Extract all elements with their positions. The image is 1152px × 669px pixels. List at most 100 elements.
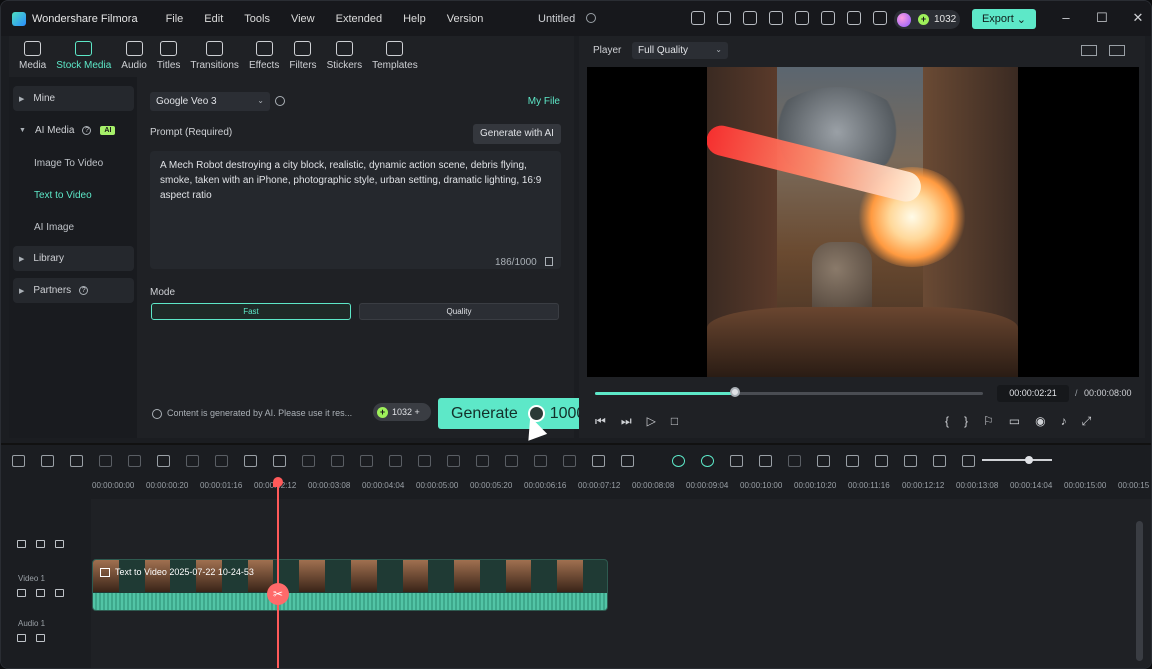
layout-grid-icon[interactable] <box>12 454 25 467</box>
more-icon[interactable] <box>621 454 634 467</box>
playhead-handle[interactable] <box>273 477 283 487</box>
mode-fast-button[interactable]: Fast <box>151 303 351 320</box>
menu-file[interactable]: File <box>166 13 184 25</box>
video-preview[interactable] <box>587 67 1139 377</box>
transcript-icon[interactable] <box>875 454 888 467</box>
select-tool-icon[interactable] <box>41 454 54 467</box>
redo-icon[interactable] <box>99 454 112 467</box>
stop-icon[interactable]: □ <box>671 414 678 429</box>
mark-out-icon[interactable]: } <box>964 414 968 429</box>
volume-icon[interactable] <box>36 540 45 548</box>
render-icon[interactable] <box>730 454 743 467</box>
zoom-out-icon[interactable] <box>962 454 975 467</box>
sidebar-item-mine[interactable]: ▶ Mine <box>13 86 134 111</box>
volume-icon[interactable] <box>36 589 45 597</box>
audio-icon[interactable] <box>534 454 547 467</box>
keyframe-icon[interactable] <box>563 454 576 467</box>
gift-icon[interactable] <box>691 11 705 25</box>
ai-bug-icon[interactable] <box>701 454 714 467</box>
tab-media[interactable]: Media <box>19 36 46 77</box>
text-icon[interactable] <box>244 454 257 467</box>
lock-icon[interactable] <box>17 634 26 642</box>
cloud-upload-icon[interactable] <box>821 11 835 25</box>
menu-help[interactable]: Help <box>403 13 426 25</box>
help-icon[interactable]: ? <box>82 126 92 135</box>
tab-titles[interactable]: Titles <box>157 36 180 77</box>
document-icon[interactable] <box>743 11 757 25</box>
eye-icon[interactable] <box>55 540 64 548</box>
shield-icon[interactable] <box>817 454 830 467</box>
trash-icon[interactable] <box>545 257 553 266</box>
ai-edit-icon[interactable] <box>360 454 373 467</box>
video-clip[interactable]: Text to Video 2025-07-22 10-24-53 <box>92 559 608 611</box>
display-icon[interactable]: ▭ <box>1009 414 1020 429</box>
adjust-icon[interactable] <box>476 454 489 467</box>
prompt-textarea[interactable]: A Mech Robot destroying a city block, re… <box>150 151 561 269</box>
stabilize-icon[interactable] <box>418 454 431 467</box>
save-icon[interactable] <box>795 11 809 25</box>
color-icon[interactable] <box>331 454 344 467</box>
layout-icon[interactable] <box>1081 45 1097 56</box>
sidebar-item-image-to-video[interactable]: Image To Video <box>34 158 103 169</box>
lock-icon[interactable] <box>17 589 26 597</box>
marker-icon[interactable]: ⚐ <box>983 414 994 429</box>
maximize-icon[interactable]: ☐ <box>1095 11 1109 24</box>
play-icon[interactable]: ▷ <box>647 414 656 429</box>
record-icon[interactable] <box>759 454 772 467</box>
delete-icon[interactable] <box>128 454 141 467</box>
apps-grid-icon[interactable] <box>873 11 887 25</box>
ai-assistant-icon[interactable] <box>672 454 685 467</box>
zoom-slider[interactable] <box>982 459 1052 461</box>
tab-effects[interactable]: Effects <box>249 36 279 77</box>
credits-pill[interactable]: + 1032 <box>894 10 960 29</box>
credit-balance-pill[interactable]: +1032 + <box>373 403 431 421</box>
sidebar-item-ai-media[interactable]: ▼ AI Media? AI <box>13 118 134 143</box>
tab-stickers[interactable]: Stickers <box>327 36 362 77</box>
help-icon[interactable] <box>275 96 285 106</box>
export-button[interactable]: Export ⌄ <box>972 9 1036 29</box>
menu-version[interactable]: Version <box>447 13 484 25</box>
undo-icon[interactable] <box>70 454 83 467</box>
generate-with-ai-button[interactable]: Generate with AI <box>473 124 561 144</box>
tab-filters[interactable]: Filters <box>289 36 317 77</box>
my-file-link[interactable]: My File <box>528 96 560 107</box>
tab-templates[interactable]: Templates <box>372 36 418 77</box>
fullscreen-icon[interactable]: ⤢ <box>1082 414 1092 429</box>
clip-icon[interactable] <box>788 454 801 467</box>
mode-quality-button[interactable]: Quality <box>359 303 559 320</box>
tab-transitions[interactable]: Transitions <box>190 36 239 77</box>
previous-frame-icon[interactable]: ⏮ <box>595 414 606 429</box>
microphone-icon[interactable] <box>846 454 859 467</box>
sidebar-item-text-to-video[interactable]: Text to Video <box>34 190 92 201</box>
vertical-scrollbar[interactable] <box>1136 521 1143 661</box>
playhead[interactable] <box>277 479 279 668</box>
waveform-view-icon[interactable] <box>1109 45 1125 56</box>
speed-icon[interactable] <box>302 454 315 467</box>
menu-extended[interactable]: Extended <box>336 13 382 25</box>
volume-icon[interactable] <box>36 634 45 642</box>
generate-button[interactable]: Generate 1000 <box>438 398 594 429</box>
avatar[interactable] <box>897 12 911 27</box>
timeline-ruler[interactable]: 00:00:00:00 00:00:00:20 00:00:01:16 00:00:0… <box>1 477 1151 499</box>
quality-select[interactable]: Full Quality ⌄ <box>632 42 728 59</box>
screen-icon[interactable] <box>769 11 783 25</box>
sidebar-item-partners[interactable]: ▶ Partners? <box>13 278 134 303</box>
timer-icon[interactable] <box>389 454 402 467</box>
menu-tools[interactable]: Tools <box>244 13 270 25</box>
headset-icon[interactable] <box>847 11 861 25</box>
model-select[interactable]: Google Veo 3 ⌄ <box>150 92 270 111</box>
mark-in-icon[interactable]: { <box>945 414 949 429</box>
panel-divider[interactable] <box>1 443 1151 445</box>
audio-detach-icon[interactable] <box>215 454 228 467</box>
scissors-icon[interactable]: ✂ <box>267 583 289 605</box>
tab-audio[interactable]: Audio <box>121 36 147 77</box>
eye-icon[interactable] <box>55 589 64 597</box>
send-icon[interactable] <box>717 11 731 25</box>
next-frame-icon[interactable]: ⏭ <box>621 414 632 429</box>
close-icon[interactable]: ✕ <box>1131 11 1145 24</box>
crop-icon[interactable] <box>186 454 199 467</box>
sidebar-item-ai-image[interactable]: AI Image <box>34 222 74 233</box>
subtitle-icon[interactable] <box>505 454 518 467</box>
sidebar-item-library[interactable]: ▶ Library <box>13 246 134 271</box>
replace-icon[interactable] <box>904 454 917 467</box>
